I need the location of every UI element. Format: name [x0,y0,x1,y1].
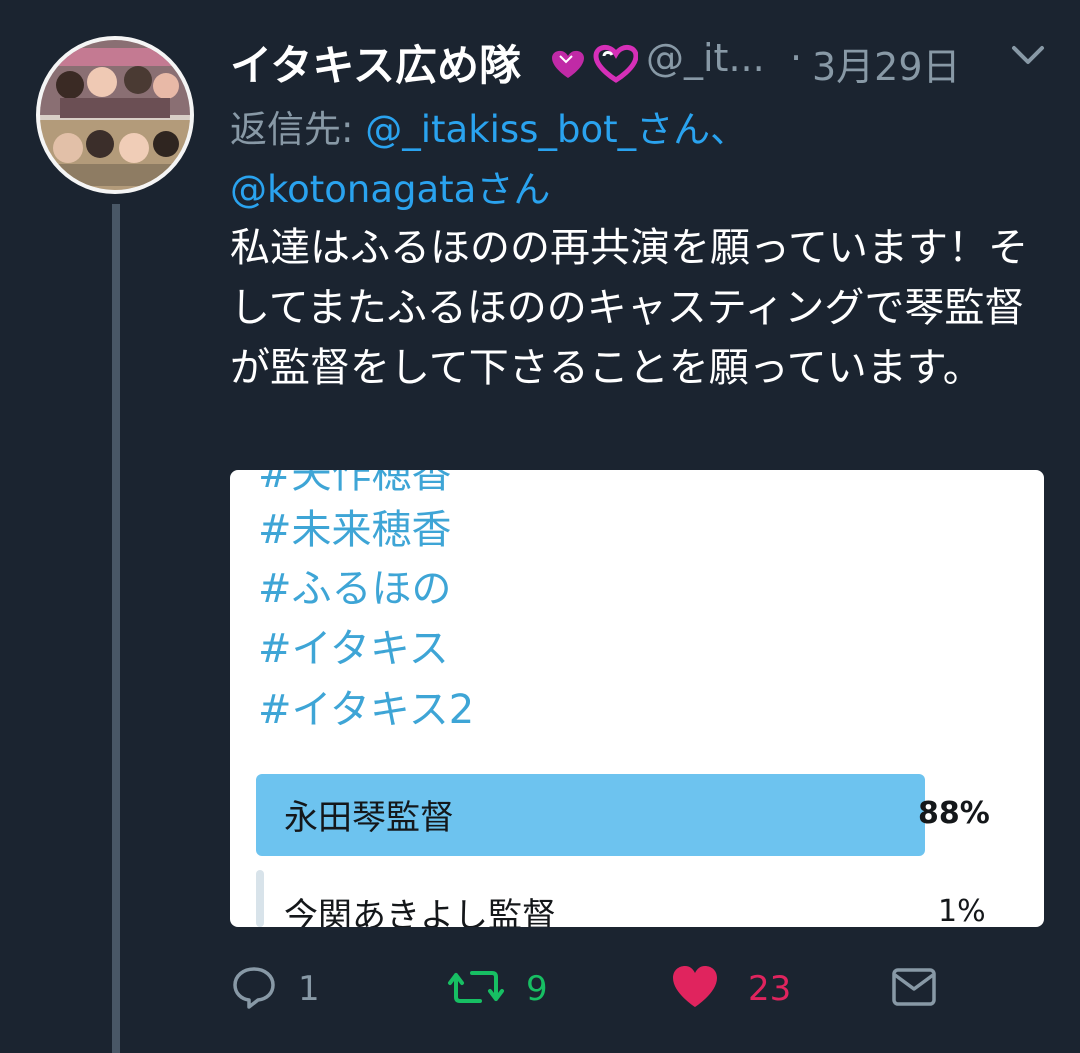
poll-option-percent: 88% [918,796,990,831]
like-count: 23 [748,969,792,1009]
handle[interactable]: @_it... [646,36,765,80]
hashtag: #ふるほの [258,566,452,612]
display-name[interactable]: イタキス広め隊 [230,32,521,93]
avatar-photo [40,40,190,190]
reply-button[interactable]: 1 [230,962,320,1016]
hashtag: #イタキス2 [258,687,475,733]
poll-result-bar [256,870,264,927]
like-button[interactable]: 23 [670,962,791,1016]
mention-kotonagata[interactable]: @kotonagataさん [230,168,550,211]
avatar[interactable] [36,36,194,194]
heart-emoji-icons [546,42,639,90]
retweet-count: 9 [526,969,548,1009]
poll-option-label: 永田琴監督 [284,798,454,838]
tweet-date[interactable]: 3月29日 [812,36,961,91]
mention-itakiss-bot[interactable]: @_itakiss_bot_さん、 [365,108,747,151]
envelope-icon [890,965,938,1013]
replying-prefix: 返信先: [230,108,366,151]
tweet-text: 私達はふるほのの再共演を願っています！そしてまたふるほののキャスティングで琴監督… [230,225,1028,391]
reply-icon [230,963,278,1015]
hashtag: #イタキス [258,626,449,672]
poll-option-percent: 1% [938,894,986,927]
hashtag: #未来穂香 [258,507,452,553]
tweet-header: イタキス広め隊 @_it... · 3月29日 [230,28,1060,92]
thread-line [112,204,120,1053]
direct-message-button[interactable] [890,962,938,1016]
hashtag: #矢作穂香 [258,470,452,497]
attached-image[interactable]: #矢作穂香 #未来穂香 #ふるほの #イタキス #イタキス2 永田琴監督 88%… [230,470,1044,927]
tweet-card: イタキス広め隊 @_it... · 3月29日 返信先: @_itakiss_b… [0,0,1080,1053]
separator-dot: · [790,36,803,80]
reply-count: 1 [298,969,320,1009]
retweet-icon [446,963,506,1015]
chevron-down-icon[interactable] [1010,44,1046,72]
heart-icon [670,963,720,1015]
retweet-button[interactable]: 9 [446,962,548,1016]
replying-to: 返信先: @_itakiss_bot_さん、 @kotonagataさん [230,100,1050,220]
poll-option-label: 今関あきよし監督 [284,896,556,927]
